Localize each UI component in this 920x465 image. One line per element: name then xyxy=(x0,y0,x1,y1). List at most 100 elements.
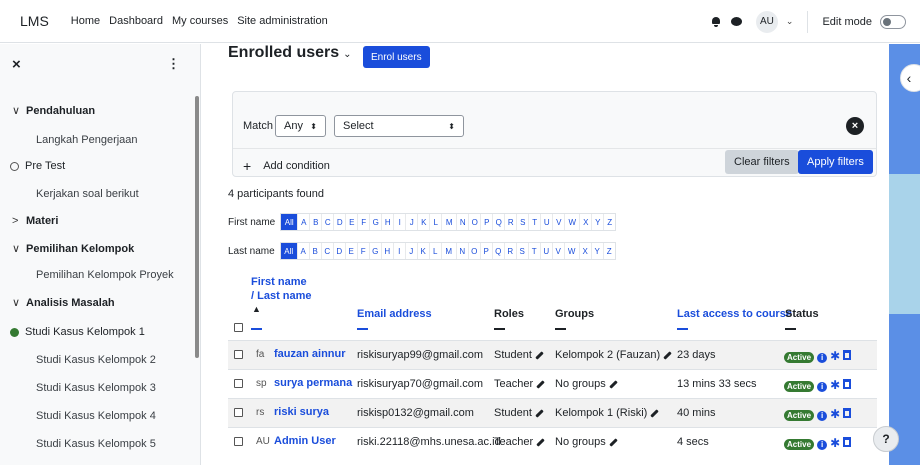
initial-letter[interactable]: D xyxy=(333,214,345,230)
enrol-users-button[interactable]: Enrol users xyxy=(363,46,430,68)
initial-letter[interactable]: L xyxy=(429,214,441,230)
initial-letter[interactable]: V xyxy=(552,214,564,230)
activity-pre-test[interactable]: Pre Test xyxy=(10,160,205,172)
remove-filter-icon[interactable]: × xyxy=(846,117,864,135)
gear-icon[interactable]: ✱ xyxy=(830,407,840,421)
help-button[interactable]: ? xyxy=(873,426,899,452)
initial-letter[interactable]: G xyxy=(368,243,381,259)
initial-letter[interactable]: U xyxy=(540,214,552,230)
row-checkbox[interactable] xyxy=(234,408,243,417)
initial-letter[interactable]: X xyxy=(579,214,591,230)
trash-icon[interactable] xyxy=(843,350,852,360)
initial-all[interactable]: All xyxy=(281,214,298,230)
collapse-dash-icon[interactable] xyxy=(555,328,566,330)
collapse-dash-icon[interactable] xyxy=(251,328,262,330)
initial-letter[interactable]: X xyxy=(578,243,591,259)
initial-letter[interactable]: O xyxy=(468,214,480,230)
pencil-icon[interactable] xyxy=(650,408,660,418)
collapse-dash-icon[interactable] xyxy=(785,328,796,330)
initial-letter[interactable]: P xyxy=(480,214,492,230)
initial-letter[interactable]: V xyxy=(551,243,564,259)
gear-icon[interactable]: ✱ xyxy=(830,436,840,450)
initial-letter[interactable]: R xyxy=(503,243,516,259)
user-fullname-link[interactable]: surya permana xyxy=(274,377,352,389)
initial-letter[interactable]: Y xyxy=(590,243,603,259)
user-fullname-link[interactable]: riski surya xyxy=(274,406,329,418)
user-initials-avatar[interactable]: fa xyxy=(256,349,264,360)
kebab-menu-icon[interactable]: ⋮ xyxy=(167,56,180,72)
initial-letter[interactable]: M xyxy=(441,214,456,230)
initial-letter[interactable]: O xyxy=(467,243,480,259)
nav-home[interactable]: Home xyxy=(71,15,100,27)
trash-icon[interactable] xyxy=(843,379,852,389)
pencil-icon[interactable] xyxy=(535,408,544,418)
user-initials-avatar[interactable]: rs xyxy=(256,407,264,418)
close-icon[interactable]: × xyxy=(12,56,21,73)
nav-my-courses[interactable]: My courses xyxy=(172,15,228,27)
activity-studi-kasus-1[interactable]: Studi Kasus Kelompok 1 xyxy=(10,326,205,338)
pencil-icon[interactable] xyxy=(663,350,672,360)
section-materi[interactable]: > Materi xyxy=(12,215,207,227)
initial-letter[interactable]: M xyxy=(440,243,456,259)
initial-all[interactable]: All xyxy=(280,243,297,259)
gear-icon[interactable]: ✱ xyxy=(830,378,840,392)
edit-mode-toggle[interactable] xyxy=(880,14,906,29)
info-icon[interactable]: i xyxy=(817,439,828,450)
initial-letter[interactable]: B xyxy=(309,214,321,230)
initial-letter[interactable]: I xyxy=(393,214,405,230)
initial-letter[interactable]: P xyxy=(479,243,492,259)
row-checkbox[interactable] xyxy=(234,379,243,388)
clear-filters-button[interactable]: Clear filters xyxy=(725,150,799,174)
site-brand[interactable]: LMS xyxy=(20,13,49,29)
initial-letter[interactable]: K xyxy=(416,243,429,259)
initial-letter[interactable]: R xyxy=(504,214,516,230)
pencil-icon[interactable] xyxy=(536,437,545,447)
nav-site-administration[interactable]: Site administration xyxy=(237,15,328,27)
user-fullname-link[interactable]: Admin User xyxy=(274,435,336,447)
initial-letter[interactable]: A xyxy=(297,214,309,230)
pencil-icon[interactable] xyxy=(609,437,618,447)
initial-letter[interactable]: K xyxy=(417,214,429,230)
info-icon[interactable]: i xyxy=(817,352,828,363)
pencil-icon[interactable] xyxy=(609,379,618,389)
user-fullname-link[interactable]: fauzan ainnur xyxy=(274,348,346,360)
initial-letter[interactable]: Q xyxy=(492,214,504,230)
section-pemilihan-kelompok[interactable]: ∨ Pemilihan Kelompok xyxy=(12,242,207,256)
initial-letter[interactable]: Z xyxy=(602,243,615,259)
initial-letter[interactable]: H xyxy=(380,243,393,259)
th-email[interactable]: Email address xyxy=(357,308,432,320)
initial-letter[interactable]: J xyxy=(404,243,417,259)
th-last-access[interactable]: Last access to course xyxy=(677,308,792,320)
chevron-down-icon[interactable]: ∨ xyxy=(12,242,26,255)
user-avatar[interactable]: AU xyxy=(755,10,778,33)
initial-letter[interactable]: F xyxy=(356,243,369,259)
info-icon[interactable]: i xyxy=(817,410,828,421)
initial-letter[interactable]: C xyxy=(321,214,333,230)
gear-icon[interactable]: ✱ xyxy=(830,349,840,363)
initial-letter[interactable]: I xyxy=(392,243,405,259)
pencil-icon[interactable] xyxy=(535,350,544,360)
collapse-dash-icon[interactable] xyxy=(357,328,368,330)
initial-letter[interactable]: Y xyxy=(591,214,603,230)
initial-letter[interactable]: G xyxy=(369,214,381,230)
chevron-down-icon[interactable]: ∨ xyxy=(12,296,26,309)
add-condition-button[interactable]: + Add condition xyxy=(243,158,330,174)
initial-letter[interactable]: A xyxy=(296,243,309,259)
user-initials-avatar[interactable]: sp xyxy=(256,378,267,389)
initial-letter[interactable]: L xyxy=(428,243,441,259)
th-first-name[interactable]: First name xyxy=(251,276,307,288)
row-checkbox[interactable] xyxy=(234,350,243,359)
section-pendahuluan[interactable]: ∨ Pendahuluan xyxy=(12,104,207,118)
initial-letter[interactable]: B xyxy=(308,243,321,259)
select-all-checkbox[interactable] xyxy=(234,323,243,332)
chevron-down-icon[interactable]: ∨ xyxy=(12,104,26,117)
row-checkbox[interactable] xyxy=(234,437,243,446)
trash-icon[interactable] xyxy=(843,408,852,418)
initial-letter[interactable]: W xyxy=(563,243,579,259)
info-icon[interactable]: i xyxy=(817,381,828,392)
initial-letter[interactable]: Q xyxy=(491,243,504,259)
initial-letter[interactable]: W xyxy=(564,214,579,230)
collapse-dash-icon[interactable] xyxy=(494,328,505,330)
chevron-down-icon[interactable]: ⌄ xyxy=(786,16,794,27)
apply-filters-button[interactable]: Apply filters xyxy=(798,150,873,174)
